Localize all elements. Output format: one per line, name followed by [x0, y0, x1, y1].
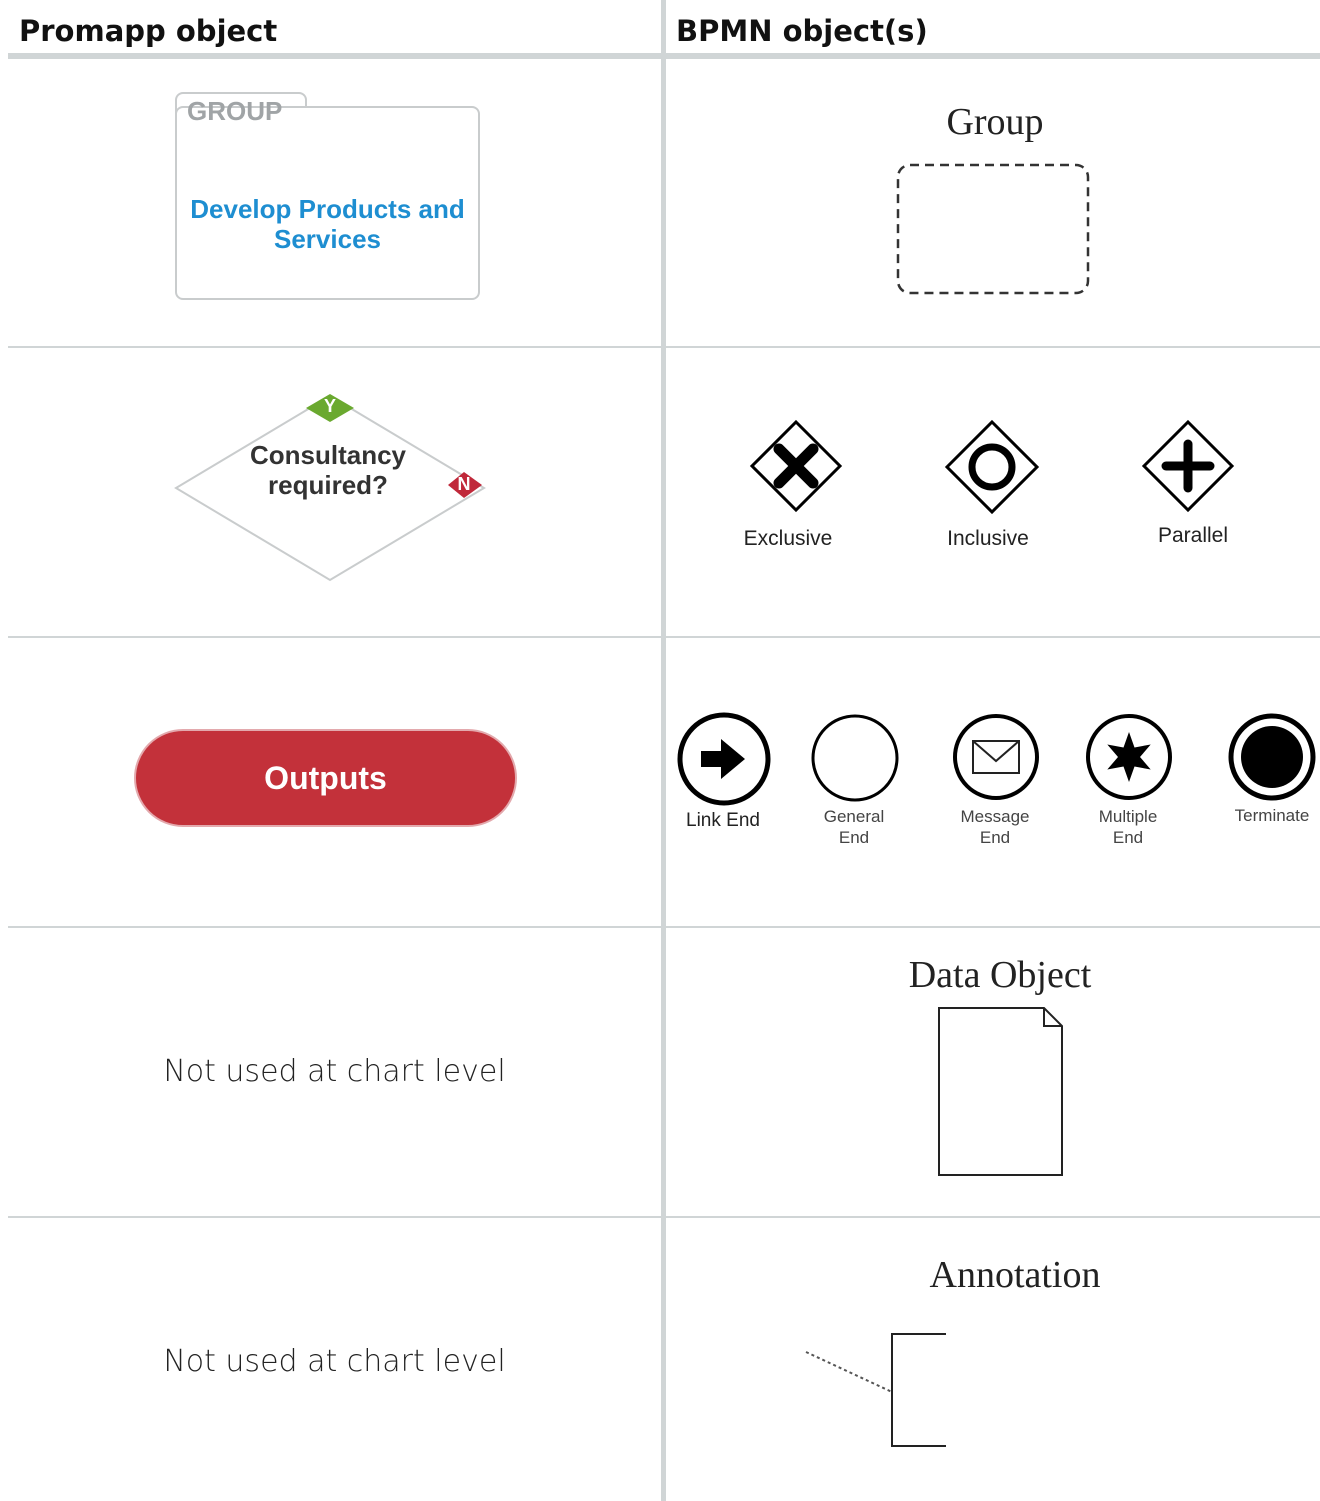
bpmn-group-shape [896, 163, 1090, 295]
parallel-gateway-label: Parallel [1157, 524, 1229, 547]
inclusive-gateway-icon [944, 419, 1040, 515]
link-end-icon [677, 712, 771, 806]
group-card-name: Develop Products and Services [190, 194, 465, 254]
message-end-label: Message End [960, 807, 1030, 847]
parallel-gateway-icon [1141, 419, 1235, 513]
multiple-end-label: Multiple End [1098, 807, 1158, 847]
general-end-icon [811, 714, 899, 802]
annotation-bracket-icon [805, 1333, 946, 1447]
data-object-not-used-text: Not used at chart level [163, 1054, 506, 1089]
terminate-end-icon [1228, 713, 1316, 801]
data-object-icon [938, 1007, 1063, 1176]
yes-badge-label: Y [323, 396, 336, 416]
exclusive-gateway-icon [749, 419, 843, 513]
bpmn-data-object-title: Data Object [908, 954, 1092, 996]
bpmn-group-title: Group [946, 101, 1044, 143]
multiple-end-icon [1086, 714, 1172, 800]
exclusive-gateway-label: Exclusive [743, 527, 833, 550]
bpmn-annotation-title: Annotation [929, 1254, 1101, 1296]
group-card-label: GROUP [187, 96, 283, 126]
general-end-label: General End [823, 807, 885, 847]
message-end-icon [953, 714, 1039, 800]
inclusive-gateway-label: Inclusive [947, 527, 1029, 550]
outputs-button: Outputs [134, 729, 517, 827]
decision-question: Consultancy required? [249, 440, 407, 500]
terminate-end-label: Terminate [1234, 806, 1310, 825]
column-divider [661, 0, 666, 1501]
annotation-not-used-text: Not used at chart level [163, 1344, 506, 1379]
header-bpmn-objects: BPMN object(s) [676, 14, 928, 48]
no-badge-label: N [457, 474, 471, 494]
link-end-label: Link End [686, 810, 760, 831]
header-promapp-object: Promapp object [19, 14, 278, 48]
